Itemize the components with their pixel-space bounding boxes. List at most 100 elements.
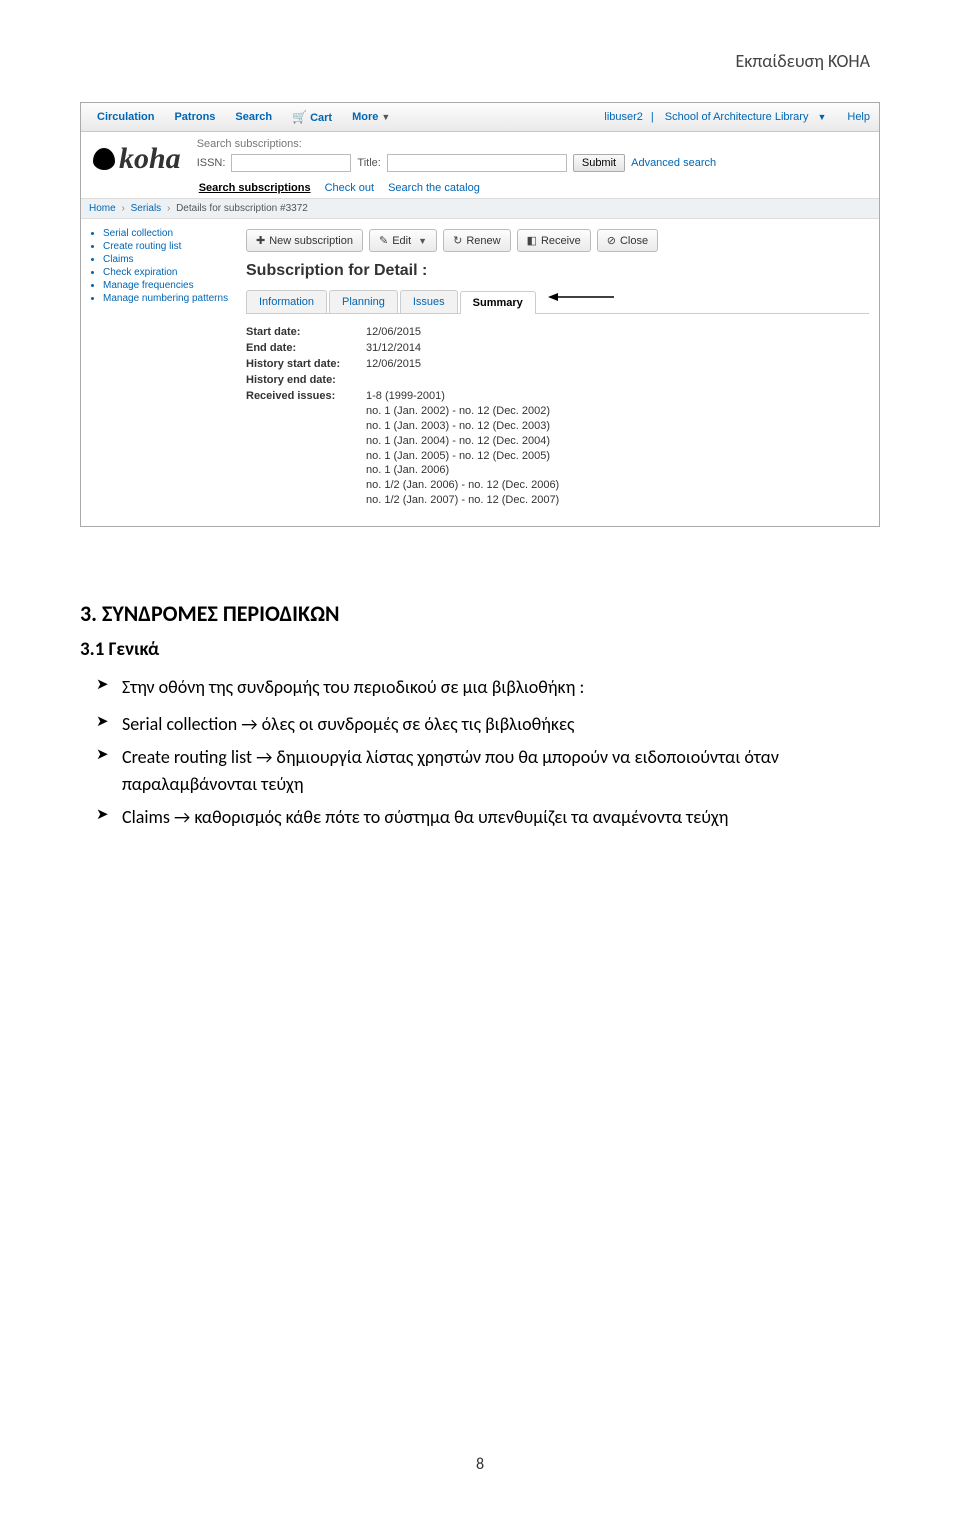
topnav-right: libuser2 | School of Architecture Librar… bbox=[601, 111, 873, 123]
close-button[interactable]: ⊘ Close bbox=[597, 229, 658, 252]
nav-cart-label: Cart bbox=[310, 112, 332, 124]
nav-cart[interactable]: 🛒Cart bbox=[282, 107, 342, 127]
end-date-value: 31/12/2014 bbox=[366, 342, 869, 354]
issues-list: no. 1 (Jan. 2002) - no. 12 (Dec. 2002) n… bbox=[246, 404, 869, 508]
search-row: koha Search subscriptions: ISSN: Title: … bbox=[81, 132, 879, 198]
sidebar-create-routing[interactable]: Create routing list bbox=[103, 240, 230, 253]
advanced-search-link[interactable]: Advanced search bbox=[631, 157, 716, 169]
chevron-down-icon: ▼ bbox=[814, 112, 829, 122]
edit-button[interactable]: ✎ Edit ▼ bbox=[369, 229, 437, 252]
chevron-down-icon: ▼ bbox=[381, 112, 390, 122]
breadcrumb: Home › Serials › Details for subscriptio… bbox=[81, 198, 879, 219]
koha-logo-text: koha bbox=[119, 142, 181, 176]
issue-line: no. 1/2 (Jan. 2006) - no. 12 (Dec. 2006) bbox=[366, 478, 869, 493]
new-subscription-button[interactable]: ✚ New subscription bbox=[246, 229, 363, 252]
tab-checkout[interactable]: Check out bbox=[325, 178, 375, 198]
crumb-current: Details for subscription #3372 bbox=[176, 203, 308, 214]
bullet-4: Claims → καθορισμός κάθε πότε το σύστημα… bbox=[96, 804, 880, 831]
issue-line: no. 1/2 (Jan. 2007) - no. 12 (Dec. 2007) bbox=[366, 493, 869, 508]
tab-summary[interactable]: Summary bbox=[460, 291, 536, 314]
tabstrip: Information Planning Issues Summary bbox=[246, 290, 869, 314]
bullet-2: Serial collection → όλες οι συνδρομές σε… bbox=[96, 711, 880, 738]
edit-label: Edit bbox=[392, 235, 411, 247]
tab-search-catalog[interactable]: Search the catalog bbox=[388, 178, 480, 198]
new-label: New subscription bbox=[269, 235, 353, 247]
received-value: 1-8 (1999-2001) bbox=[366, 390, 869, 402]
page-number: 8 bbox=[0, 1455, 960, 1474]
plus-icon: ✚ bbox=[256, 234, 265, 247]
topnav: Circulation Patrons Search 🛒Cart More▼ l… bbox=[81, 103, 879, 132]
title-input[interactable] bbox=[387, 154, 567, 172]
bullet-1: Στην οθόνη της συνδρομής του περιοδικού … bbox=[96, 674, 880, 701]
nav-more-label: More bbox=[352, 111, 378, 123]
nav-search[interactable]: Search bbox=[225, 108, 282, 126]
koha-logo-icon bbox=[93, 148, 115, 170]
subsection-heading: 3.1 Γενικά bbox=[80, 636, 880, 665]
search-tabs: Search subscriptions Check out Search th… bbox=[197, 178, 871, 198]
sidebar-manage-frequencies[interactable]: Manage frequencies bbox=[103, 279, 230, 292]
nav-circulation[interactable]: Circulation bbox=[87, 108, 164, 126]
crumb-sep: › bbox=[118, 203, 127, 214]
koha-screenshot: Circulation Patrons Search 🛒Cart More▼ l… bbox=[80, 102, 880, 527]
help-link[interactable]: Help bbox=[844, 111, 873, 123]
end-date-label: End date: bbox=[246, 342, 366, 354]
user-link[interactable]: libuser2 bbox=[601, 111, 646, 123]
receive-button[interactable]: ◧Receive bbox=[517, 229, 591, 252]
chevron-down-icon: ▼ bbox=[418, 236, 427, 246]
hist-end-label: History end date: bbox=[246, 374, 366, 386]
received-label: Received issues: bbox=[246, 390, 366, 402]
crumb-sep: › bbox=[164, 203, 173, 214]
content: ✚New subscription ✎Edit▼ ↻Renew ◧Receive… bbox=[236, 219, 879, 526]
sep: | bbox=[648, 111, 657, 123]
doc-header: Εκπαίδευση KOHA bbox=[80, 50, 880, 72]
issn-input[interactable] bbox=[231, 154, 351, 172]
nav-more[interactable]: More▼ bbox=[342, 108, 400, 126]
submit-button[interactable]: Submit bbox=[573, 154, 625, 172]
title-label: Title: bbox=[357, 157, 380, 169]
refresh-icon: ↻ bbox=[453, 234, 462, 247]
issue-line: no. 1 (Jan. 2003) - no. 12 (Dec. 2003) bbox=[366, 419, 869, 434]
sidebar-check-expiration[interactable]: Check expiration bbox=[103, 266, 230, 279]
crumb-home[interactable]: Home bbox=[89, 203, 116, 214]
library-label: School of Architecture Library bbox=[662, 111, 812, 123]
sidebar: Serial collection Create routing list Cl… bbox=[81, 219, 236, 526]
close-icon: ⊘ bbox=[607, 234, 616, 247]
start-date-label: Start date: bbox=[246, 326, 366, 338]
search-fields: ISSN: Title: Submit Advanced search bbox=[197, 154, 871, 172]
issue-line: no. 1 (Jan. 2006) bbox=[366, 463, 869, 478]
hist-start-value: 12/06/2015 bbox=[366, 358, 869, 370]
bullet-3: Create routing list → δημιουργία λίστας … bbox=[96, 744, 880, 798]
sidebar-serial-collection[interactable]: Serial collection bbox=[103, 227, 230, 240]
koha-logo: koha bbox=[89, 138, 197, 176]
section-heading: 3. ΣΥΝΔΡΟΜΕΣ ΠΕΡΙΟΔΙΚΩΝ bbox=[80, 597, 880, 630]
tab-search-subscriptions[interactable]: Search subscriptions bbox=[199, 178, 311, 198]
toolbar: ✚ New subscription ✎ Edit ▼ ↻ Renew ◧Receive… bbox=[246, 229, 869, 252]
renew-label: Renew bbox=[466, 235, 500, 247]
renew-button[interactable]: ↻ Renew bbox=[443, 229, 510, 252]
inbox-icon: ◧ bbox=[527, 234, 537, 247]
start-date-value: 12/06/2015 bbox=[366, 326, 869, 338]
crumb-serials[interactable]: Serials bbox=[131, 203, 162, 214]
pencil-icon: ✎ bbox=[379, 234, 388, 247]
issue-line: no. 1 (Jan. 2002) - no. 12 (Dec. 2002) bbox=[366, 404, 869, 419]
cart-icon: 🛒 bbox=[292, 110, 307, 124]
library-link[interactable]: School of Architecture Library▼ bbox=[659, 111, 833, 123]
close-label: Close bbox=[620, 235, 648, 247]
page-title: Subscription for Detail : bbox=[246, 262, 869, 280]
issn-label: ISSN: bbox=[197, 157, 226, 169]
search-prompt: Search subscriptions: bbox=[197, 138, 871, 150]
nav-patrons[interactable]: Patrons bbox=[164, 108, 225, 126]
body-text: 3. ΣΥΝΔΡΟΜΕΣ ΠΕΡΙΟΔΙΚΩΝ 3.1 Γενικά Στην … bbox=[80, 597, 880, 832]
tab-information[interactable]: Information bbox=[246, 290, 327, 313]
tab-issues[interactable]: Issues bbox=[400, 290, 458, 313]
tab-planning[interactable]: Planning bbox=[329, 290, 398, 313]
sidebar-manage-numbering[interactable]: Manage numbering patterns bbox=[103, 292, 230, 305]
summary-table: Start date:12/06/2015 End date:31/12/201… bbox=[246, 324, 869, 404]
issue-line: no. 1 (Jan. 2005) - no. 12 (Dec. 2005) bbox=[366, 449, 869, 464]
issue-line: no. 1 (Jan. 2004) - no. 12 (Dec. 2004) bbox=[366, 434, 869, 449]
arrow-annotation bbox=[546, 290, 616, 313]
sidebar-claims[interactable]: Claims bbox=[103, 253, 230, 266]
main-area: Serial collection Create routing list Cl… bbox=[81, 219, 879, 526]
hist-start-label: History start date: bbox=[246, 358, 366, 370]
search-area: Search subscriptions: ISSN: Title: Submi… bbox=[197, 138, 871, 198]
